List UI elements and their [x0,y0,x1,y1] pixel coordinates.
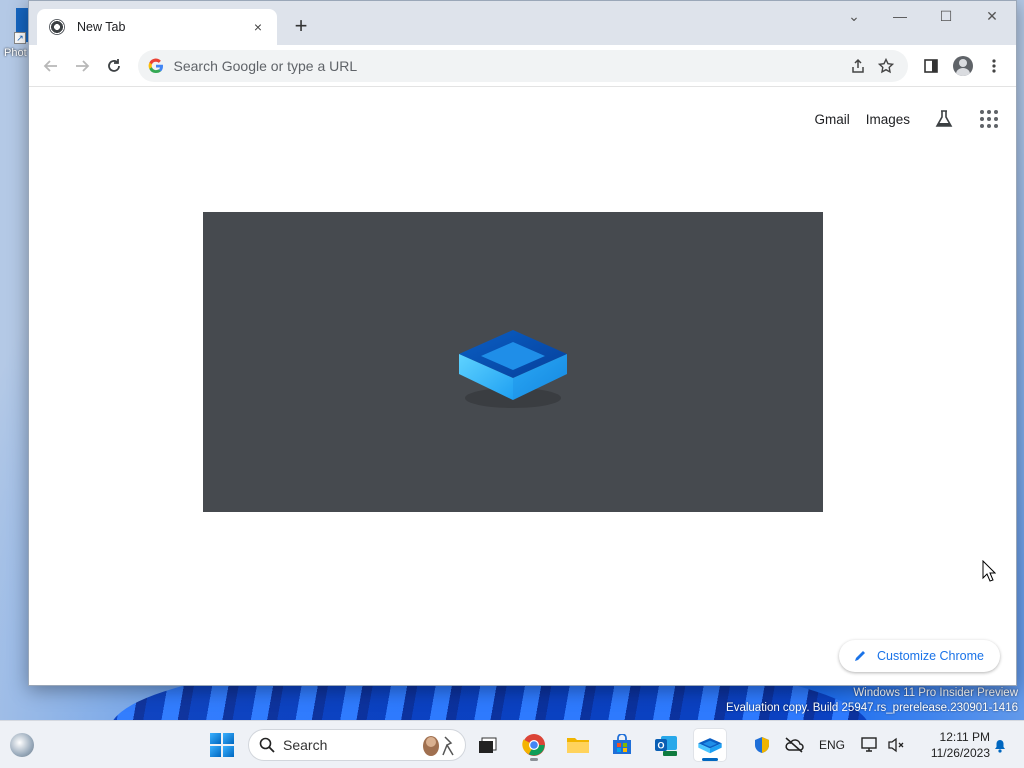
search-icon [259,737,275,753]
forward-arrow-icon [76,59,90,72]
apps-dot [980,124,984,128]
outlook-icon: O [655,736,677,756]
windows-logo-icon [210,733,234,757]
reload-icon [107,58,120,72]
ntp-top-links: Gmail Images [798,107,998,131]
toolbar [29,45,1016,87]
shortcut-icon: ↗ [14,8,28,44]
profile-avatar-icon [952,55,973,76]
reload-button[interactable] [98,50,130,82]
customize-chrome-label: Customize Chrome [877,649,984,663]
search-highlight-art [417,733,457,757]
star-icon [877,57,894,73]
running-indicator [530,758,538,761]
chrome-favicon-icon [49,19,65,35]
profile-button[interactable] [947,50,979,82]
google-apps-button[interactable] [980,110,998,128]
notifications-button[interactable] [984,729,1016,761]
apps-dot [994,110,998,114]
tab-title: New Tab [77,20,126,34]
tab-search-button[interactable]: ⌄ [831,1,877,31]
active-indicator [702,758,718,761]
taskbar-outlook-new[interactable]: O [650,729,682,761]
taskbar-clock[interactable]: 12:11 PM 11/26/2023 [910,729,990,761]
mouse-cursor-icon [982,560,996,582]
taskbar-file-explorer[interactable] [562,729,594,761]
desktop-shortcut[interactable]: ↗ Phot - S [0,8,44,88]
side-panel-button[interactable] [916,50,948,82]
watermark-line1: Windows 11 Pro Insider Preview [853,687,1018,699]
watermark-line2: Evaluation copy. Build 25947.rs_prerelea… [726,702,1018,714]
chrome-window: New Tab × + ⌄ — ☐ ✕ Search Google or typ… [28,0,1017,686]
taskbar-search-label: Search [283,737,328,753]
store-icon [613,734,631,754]
omnibox[interactable] [137,49,908,82]
tray-language[interactable]: ENG [819,721,845,768]
tab-close-button[interactable]: × [249,18,267,36]
bell-icon [995,740,1005,753]
close-window-button[interactable]: ✕ [969,1,1015,31]
customize-chrome-button[interactable]: Customize Chrome [839,640,1000,672]
pencil-icon [855,651,866,661]
google-g-icon [148,58,163,73]
start-button[interactable] [206,729,238,761]
back-button[interactable] [35,50,67,82]
apps-dot [980,110,984,114]
flask-icon [935,110,953,127]
maximize-button[interactable]: ☐ [923,1,969,31]
task-view-icon [479,737,497,753]
svg-text:O: O [657,741,664,751]
widgets-weather-icon[interactable] [10,733,34,757]
task-view-button[interactable] [472,729,504,761]
apps-dot [980,117,984,121]
cloud-offline-icon [785,737,804,753]
folder-icon [567,738,589,753]
tray-volume-button[interactable] [880,729,912,761]
clock-time: 12:11 PM [939,730,990,744]
kebab-menu-icon [992,58,996,73]
share-icon [851,58,864,73]
clock-date: 11/26/2023 [930,746,990,760]
chrome-icon [522,734,545,756]
security-shield-icon [755,737,769,753]
taskbar: Search O ENG 12:11 PM 11/26/2023 [0,720,1024,768]
tray-defender-icon-button[interactable] [746,729,778,761]
apps-dot [987,124,991,128]
gmail-link[interactable]: Gmail [814,112,849,127]
taskbar-chrome[interactable] [518,729,550,761]
taskbar-search-box[interactable]: Search [248,729,466,761]
side-panel-icon [924,58,939,73]
new-tab-page: Gmail Images Customize Chrome [29,87,1016,685]
back-arrow-icon [43,59,57,72]
apps-dot [987,117,991,121]
apps-dot [994,124,998,128]
sandbox-icon [698,738,722,754]
bookmark-button[interactable] [872,52,900,80]
sandbox-box-icon [459,330,567,408]
taskbar-microsoft-store[interactable] [606,729,638,761]
tray-onedrive-button[interactable] [778,729,810,761]
new-tab-button[interactable]: + [287,13,315,41]
windows-watermark: Windows 11 Pro Insider Preview Evaluatio… [726,686,1018,716]
taskbar-windows-sandbox[interactable] [694,729,726,761]
labs-button[interactable] [932,107,956,131]
share-button[interactable] [844,52,872,80]
omnibox-input[interactable] [173,57,844,74]
apps-dot [987,110,991,114]
shortcut-arrow-icon: ↗ [14,32,26,44]
apps-dot [994,117,998,121]
speaker-muted-icon [888,737,904,753]
network-icon [861,737,877,752]
images-link[interactable]: Images [866,112,910,127]
chrome-menu-button[interactable] [979,50,1011,82]
tab-strip: New Tab × + ⌄ — ☐ ✕ [29,1,1016,45]
minimize-button[interactable]: — [877,1,923,31]
forward-button[interactable] [67,50,99,82]
sandbox-splash-panel [203,212,823,512]
tab-new-tab[interactable]: New Tab × [37,9,277,45]
